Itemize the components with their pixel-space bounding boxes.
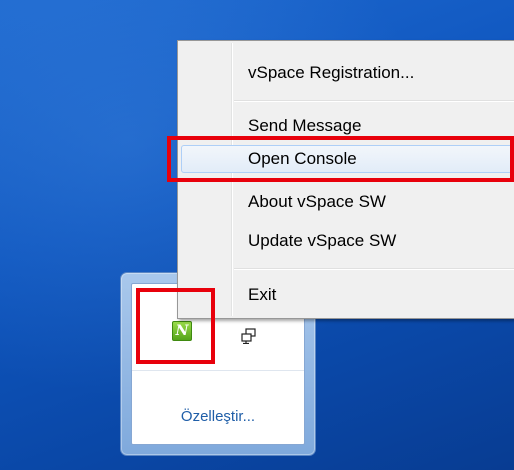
menu-item-about-vspace[interactable]: About vSpace SW — [181, 188, 514, 216]
menu-item-label: Exit — [248, 285, 277, 304]
menu-item-label: Send Message — [248, 116, 362, 135]
vspace-context-menu: vSpace Registration... Send Message Open… — [177, 40, 514, 319]
menu-item-send-message[interactable]: Send Message — [181, 112, 514, 140]
menu-item-exit[interactable]: Exit — [181, 281, 514, 309]
menu-separator — [234, 100, 514, 102]
menu-item-label: About vSpace SW — [248, 192, 386, 211]
vspace-n-icon[interactable]: N — [172, 321, 192, 341]
tray-divider — [132, 370, 304, 371]
menu-separator — [234, 268, 514, 270]
menu-item-label: Open Console — [248, 149, 357, 168]
network-icon[interactable] — [240, 328, 260, 344]
menu-item-vspace-registration[interactable]: vSpace Registration... — [181, 59, 514, 87]
menu-item-update-vspace[interactable]: Update vSpace SW — [181, 227, 514, 255]
menu-item-label: Update vSpace SW — [248, 231, 397, 250]
menu-item-open-console[interactable]: Open Console — [181, 145, 514, 173]
menu-item-label: vSpace Registration... — [248, 63, 415, 82]
customize-link[interactable]: Özelleştir... — [132, 408, 304, 425]
